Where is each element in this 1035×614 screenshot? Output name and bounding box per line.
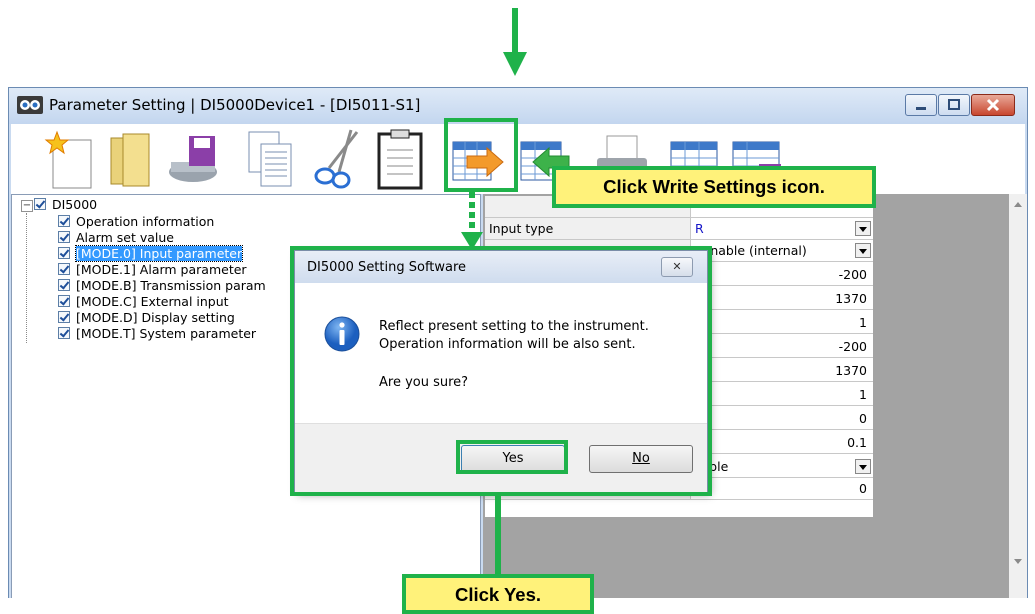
tree-item-selected[interactable]: [MODE.0] Input parameter bbox=[58, 245, 244, 262]
callout-write-settings: Click Write Settings icon. bbox=[552, 166, 876, 208]
yes-highlight-frame bbox=[456, 440, 568, 474]
tree-item-label: Alarm set value bbox=[76, 230, 174, 245]
paste-clipboard-icon[interactable] bbox=[373, 128, 429, 190]
title-bar: Parameter Setting | DI5000Device1 - [DI5… bbox=[9, 88, 1027, 124]
tree-item-label: [MODE.D] Display setting bbox=[76, 310, 235, 325]
tree-item[interactable]: [MODE.B] Transmission param bbox=[58, 278, 266, 294]
grid-row-value: 1370 bbox=[835, 291, 867, 306]
grid-row-value: 0 bbox=[859, 411, 867, 426]
grid-row-value: 1 bbox=[859, 387, 867, 402]
checkbox-icon[interactable] bbox=[58, 263, 70, 275]
tree-item[interactable]: [MODE.D] Display setting bbox=[58, 310, 235, 326]
checkbox-icon[interactable] bbox=[58, 247, 70, 259]
tree-item-label: [MODE.1] Alarm parameter bbox=[76, 262, 247, 277]
checkbox-icon[interactable] bbox=[58, 231, 70, 243]
grid-row-value: 1 bbox=[859, 315, 867, 330]
tree-item[interactable]: Alarm set value bbox=[58, 230, 174, 246]
tree-item[interactable]: [MODE.C] External input bbox=[58, 294, 229, 310]
tree-item-label: [MODE.0] Input parameter bbox=[74, 245, 244, 262]
save-disk-icon[interactable] bbox=[167, 128, 223, 190]
tree-item-label: [MODE.C] External input bbox=[76, 294, 229, 309]
expand-collapse-icon[interactable]: − bbox=[21, 200, 33, 212]
checkbox-icon[interactable] bbox=[58, 295, 70, 307]
checkbox-icon[interactable] bbox=[58, 311, 70, 323]
window-title: Parameter Setting | DI5000Device1 - [DI5… bbox=[49, 96, 421, 114]
tree-item[interactable]: [MODE.T] System parameter bbox=[58, 326, 257, 342]
connector-line bbox=[495, 496, 501, 574]
tree-root-label: DI5000 bbox=[52, 197, 98, 212]
copy-icon[interactable] bbox=[243, 128, 299, 190]
grid-row-value: -200 bbox=[838, 267, 867, 282]
tree-item[interactable]: Operation information bbox=[58, 214, 215, 230]
down-arrow-icon bbox=[503, 8, 527, 76]
tree-item[interactable]: [MODE.1] Alarm parameter bbox=[58, 262, 247, 278]
minimize-icon bbox=[916, 107, 926, 110]
close-icon bbox=[986, 98, 1000, 112]
pointer-arrow-icon bbox=[461, 192, 483, 250]
grid-row-value: 0 bbox=[859, 481, 867, 496]
tree-item-label: [MODE.T] System parameter bbox=[76, 326, 257, 341]
grid-row-value: R bbox=[695, 221, 704, 236]
dropdown-arrow-icon[interactable] bbox=[855, 459, 871, 474]
callout-click-yes: Click Yes. bbox=[402, 574, 594, 614]
scroll-down-icon[interactable] bbox=[1009, 552, 1027, 572]
close-button[interactable] bbox=[971, 94, 1015, 116]
grid-row-value: 1370 bbox=[835, 363, 867, 378]
cut-scissors-icon[interactable] bbox=[311, 128, 367, 190]
dropdown-arrow-icon[interactable] bbox=[855, 243, 871, 258]
tree-item-label: Operation information bbox=[76, 214, 215, 229]
tree-root[interactable]: DI5000 bbox=[34, 197, 98, 213]
app-icon bbox=[17, 96, 43, 114]
dropdown-arrow-icon[interactable] bbox=[855, 221, 871, 236]
grid-row-value: -200 bbox=[838, 339, 867, 354]
tree-item-label: [MODE.B] Transmission param bbox=[76, 278, 266, 293]
new-file-icon[interactable] bbox=[41, 128, 97, 190]
grid-row-value: 0.1 bbox=[847, 435, 867, 450]
checkbox-icon[interactable] bbox=[58, 327, 70, 339]
vertical-scrollbar[interactable] bbox=[1009, 194, 1027, 598]
checkbox-icon[interactable] bbox=[34, 198, 46, 210]
maximize-icon bbox=[948, 99, 960, 110]
scroll-up-icon[interactable] bbox=[1009, 194, 1027, 214]
minimize-button[interactable] bbox=[905, 94, 937, 116]
open-folder-icon[interactable] bbox=[103, 128, 159, 190]
grid-row-name: Input type bbox=[485, 218, 691, 239]
maximize-button[interactable] bbox=[938, 94, 970, 116]
write-icon-highlight-frame bbox=[444, 118, 518, 192]
checkbox-icon[interactable] bbox=[58, 279, 70, 291]
checkbox-icon[interactable] bbox=[58, 215, 70, 227]
grid-row-input-type[interactable]: Input type R bbox=[485, 218, 873, 240]
